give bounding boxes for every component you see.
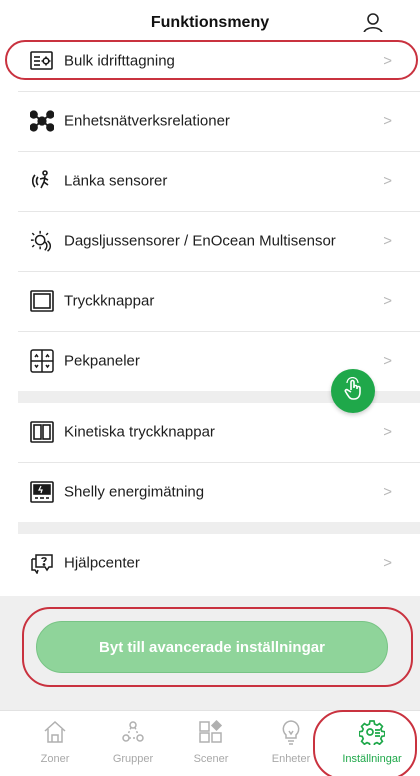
menu-item-label: Enhetsnätverksrelationer [64,112,230,130]
bulk-commission-icon [30,49,54,73]
tap-hand-icon [341,376,365,406]
person-icon[interactable] [362,12,384,34]
menu-item-bulk-commissioning[interactable]: Bulk idrifttagning > [0,32,420,90]
menu-item-push-buttons[interactable]: Tryckknappar > [0,272,420,330]
kinetic-button-icon [30,420,54,444]
home-icon [42,719,68,745]
menu-item-label: Hjälpcenter [64,554,140,572]
chevron-right-icon: > [383,423,392,441]
groups-icon [120,719,146,745]
menu-item-help-center[interactable]: Hjälpcenter > [0,534,420,592]
tab-label: Inställningar [342,753,402,765]
menu-item-label: Pekpaneler [64,352,140,370]
tab-scenes[interactable]: Scener [176,711,246,776]
tab-label: Grupper [112,753,154,765]
daylight-sensor-icon [30,229,54,253]
bulb-icon [278,719,304,745]
menu-item-label: Länka sensorer [64,172,168,190]
chevron-right-icon: > [383,352,392,370]
menu-item-label: Shelly energimätning [64,483,205,501]
energy-meter-icon [30,480,54,504]
chevron-right-icon: > [383,292,392,310]
switch-to-advanced-button[interactable]: Byt till avancerade inställningar [36,621,388,673]
help-chat-icon [30,551,54,575]
link-sensor-icon [30,169,54,193]
scenes-icon [198,719,224,745]
menu-item-network-relations[interactable]: Enhetsnätverksrelationer > [0,92,420,150]
tab-settings[interactable]: Inställningar [330,711,414,776]
settings-icon [358,719,386,748]
chevron-right-icon: > [383,483,392,501]
menu-item-label: Kinetiska tryckknappar [64,423,215,441]
menu-item-link-sensors[interactable]: Länka sensorer > [0,152,420,210]
tap-hand-fab[interactable] [331,369,375,413]
menu-item-label: Tryckknappar [64,292,155,310]
tab-groups[interactable]: Grupper [98,711,168,776]
tab-label: Enheter [271,753,311,765]
tab-zones[interactable]: Zoner [20,711,90,776]
network-icon [30,109,54,133]
push-button-icon [30,289,54,313]
tab-label: Scener [193,753,229,765]
chevron-right-icon: > [383,112,392,130]
bottom-tab-bar: Zoner Grupper Scener Enheter Inställning… [0,710,420,776]
menu-item-label: Dagsljussensorer / EnOcean Multisensor [64,232,336,250]
chevron-right-icon: > [383,172,392,190]
section-gap [18,522,420,534]
chevron-right-icon: > [383,232,392,250]
chevron-right-icon: > [383,554,392,572]
tab-devices[interactable]: Enheter [256,711,326,776]
menu-item-shelly-energy[interactable]: Shelly energimätning > [0,463,420,521]
page-title: Funktionsmeny [150,14,270,31]
menu-item-daylight-sensors[interactable]: Dagsljussensorer / EnOcean Multisensor > [0,212,420,270]
menu-item-label: Bulk idrifttagning [64,52,175,70]
chevron-right-icon: > [383,52,392,70]
touch-panel-icon [30,349,54,373]
tab-label: Zoner [40,753,70,765]
